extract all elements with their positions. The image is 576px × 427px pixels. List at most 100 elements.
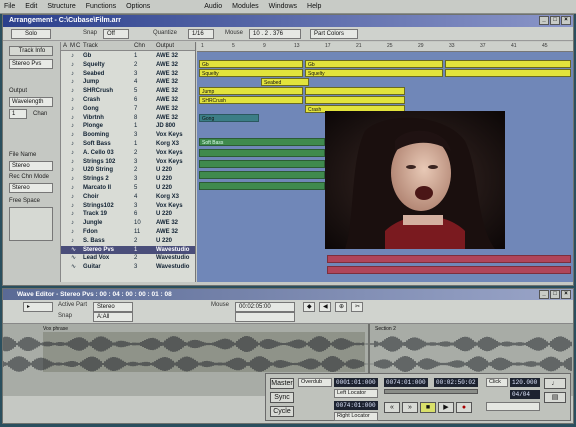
wave-close-icon[interactable]: × [561, 290, 571, 299]
click-button[interactable]: Click [486, 378, 508, 387]
part-squelty[interactable]: Squelty [199, 69, 303, 77]
master-button[interactable]: Master [270, 378, 294, 389]
rec-mode-select-transport[interactable]: Overdub [298, 378, 332, 387]
track-channel[interactable]: 2 [134, 149, 137, 158]
song-position-time[interactable]: 00:02:50:02 [434, 378, 478, 387]
part-colors-select[interactable]: Part Colors [310, 29, 358, 39]
track-row[interactable]: ♪ Squelty 2 AWE 32 [61, 61, 195, 70]
menu-help[interactable]: Help [307, 3, 321, 10]
track-name[interactable]: Strings 102 [83, 158, 115, 167]
track-output[interactable]: Vox Keys [156, 131, 183, 140]
track-row[interactable]: ♪ Marcato II 5 U 220 [61, 184, 195, 193]
track-output[interactable]: U 220 [156, 210, 172, 219]
track-output[interactable]: Korg X3 [156, 193, 179, 202]
track-row[interactable]: ♪ Gb 1 AWE 32 [61, 52, 195, 61]
track-channel[interactable]: 2 [134, 237, 137, 246]
zoom-icon[interactable]: ⊕ [335, 302, 347, 312]
menu-edit[interactable]: Edit [25, 3, 37, 10]
part-gb-3[interactable] [445, 60, 571, 68]
track-channel[interactable]: 2 [134, 254, 137, 263]
track-output[interactable]: AWE 32 [156, 228, 178, 237]
track-channel[interactable]: 11 [134, 228, 140, 237]
track-info-name[interactable]: Stereo Pvs [9, 59, 53, 69]
midi-in-icon[interactable]: ▤ [544, 392, 566, 403]
marker-icon[interactable]: ◆ [303, 302, 315, 312]
track-row[interactable]: ♪ Jungle 10 AWE 32 [61, 219, 195, 228]
track-output[interactable]: AWE 32 [156, 219, 178, 228]
track-channel[interactable]: 6 [134, 210, 137, 219]
track-channel[interactable]: 5 [134, 184, 137, 193]
part-squelty-3[interactable] [445, 69, 571, 77]
active-part-select[interactable]: Stereo [93, 302, 133, 312]
channel-value[interactable]: 1 [9, 109, 27, 119]
rec-mode-select[interactable]: Stereo [9, 183, 53, 193]
track-output[interactable]: AWE 32 [156, 52, 178, 61]
part-jump[interactable]: Jump [199, 87, 303, 95]
tempo-display[interactable]: 120.000 [510, 378, 540, 387]
track-output[interactable]: AWE 32 [156, 87, 178, 96]
menu-modules[interactable]: Modules [232, 3, 258, 10]
track-row[interactable]: ♪ Fdon 11 AWE 32 [61, 228, 195, 237]
track-name[interactable]: U20 String [83, 166, 113, 175]
track-output[interactable]: Korg X3 [156, 140, 179, 149]
wave-minimize-icon[interactable]: _ [539, 290, 549, 299]
part-gong[interactable]: Gong [199, 114, 259, 122]
track-output[interactable]: U 220 [156, 166, 172, 175]
track-name[interactable]: Gong [83, 105, 99, 114]
track-output[interactable]: AWE 32 [156, 61, 178, 70]
track-output[interactable]: Vox Keys [156, 158, 183, 167]
track-name[interactable]: SHRCrush [83, 87, 113, 96]
menu-file[interactable]: File [4, 3, 15, 10]
part-squelty-2[interactable]: Squelty [305, 69, 443, 77]
track-channel[interactable]: 1 [134, 140, 137, 149]
wave-maximize-icon[interactable]: □ [550, 290, 560, 299]
play-icon[interactable]: ▶ [438, 402, 454, 413]
right-locator-value[interactable]: 0074:01:000 [334, 401, 378, 410]
part-u20-string[interactable] [199, 171, 325, 179]
speaker-icon[interactable]: ◀ [319, 302, 331, 312]
solo-button[interactable]: Solo [11, 29, 51, 39]
track-channel[interactable]: 5 [134, 87, 137, 96]
track-output[interactable]: AWE 32 [156, 114, 178, 123]
part-strings[interactable] [199, 160, 325, 168]
menu-structure[interactable]: Structure [47, 3, 75, 10]
track-row[interactable]: ♪ Seabed 3 AWE 32 [61, 70, 195, 79]
rewind-icon[interactable]: « [384, 402, 400, 413]
track-name[interactable]: Jump [83, 78, 99, 87]
track-row[interactable]: ♪ Strings 2 3 U 220 [61, 175, 195, 184]
track-channel[interactable]: 2 [134, 61, 137, 70]
track-output[interactable]: AWE 32 [156, 70, 178, 79]
part-soft-bass[interactable]: Soft Bass [199, 138, 325, 146]
track-output[interactable]: AWE 32 [156, 96, 178, 105]
track-output[interactable]: JD 800 [156, 122, 175, 131]
track-row[interactable]: ♪ Gong 7 AWE 32 [61, 105, 195, 114]
track-name[interactable]: Squelty [83, 61, 105, 70]
track-channel[interactable]: 7 [134, 105, 137, 114]
forward-icon[interactable]: » [402, 402, 418, 413]
track-channel[interactable]: 3 [134, 131, 137, 140]
track-channel[interactable]: 3 [134, 70, 137, 79]
track-name[interactable]: Gb [83, 52, 91, 61]
minimize-icon[interactable]: _ [539, 16, 549, 25]
track-output[interactable]: AWE 32 [156, 78, 178, 87]
part-jump-2[interactable] [305, 87, 405, 95]
track-row[interactable]: ♪ SHRCrush 5 AWE 32 [61, 87, 195, 96]
track-name[interactable]: Jungle [83, 219, 102, 228]
file-name-field[interactable]: Stereo [9, 161, 53, 171]
track-row[interactable]: ♪ Strings102 3 Vox Keys [61, 202, 195, 211]
part-seabed[interactable]: Seabed [261, 78, 309, 86]
track-channel[interactable]: 4 [134, 78, 137, 87]
left-locator-value[interactable]: 0001:01:000 [334, 378, 378, 387]
track-channel[interactable]: 2 [134, 166, 137, 175]
menu-functions[interactable]: Functions [86, 3, 116, 10]
track-name[interactable]: A. Cello 03 [83, 149, 114, 158]
part-shrcrush-2[interactable] [305, 96, 405, 104]
track-name[interactable]: Strings102 [83, 202, 114, 211]
track-channel[interactable]: 1 [134, 122, 137, 131]
track-output[interactable]: U 220 [156, 237, 172, 246]
cycle-button[interactable]: Cycle [270, 406, 294, 417]
track-output[interactable]: Wavestudio [156, 246, 189, 255]
menu-options[interactable]: Options [126, 3, 150, 10]
track-channel[interactable]: 8 [134, 114, 137, 123]
track-row[interactable]: ♪ A. Cello 03 2 Vox Keys [61, 149, 195, 158]
